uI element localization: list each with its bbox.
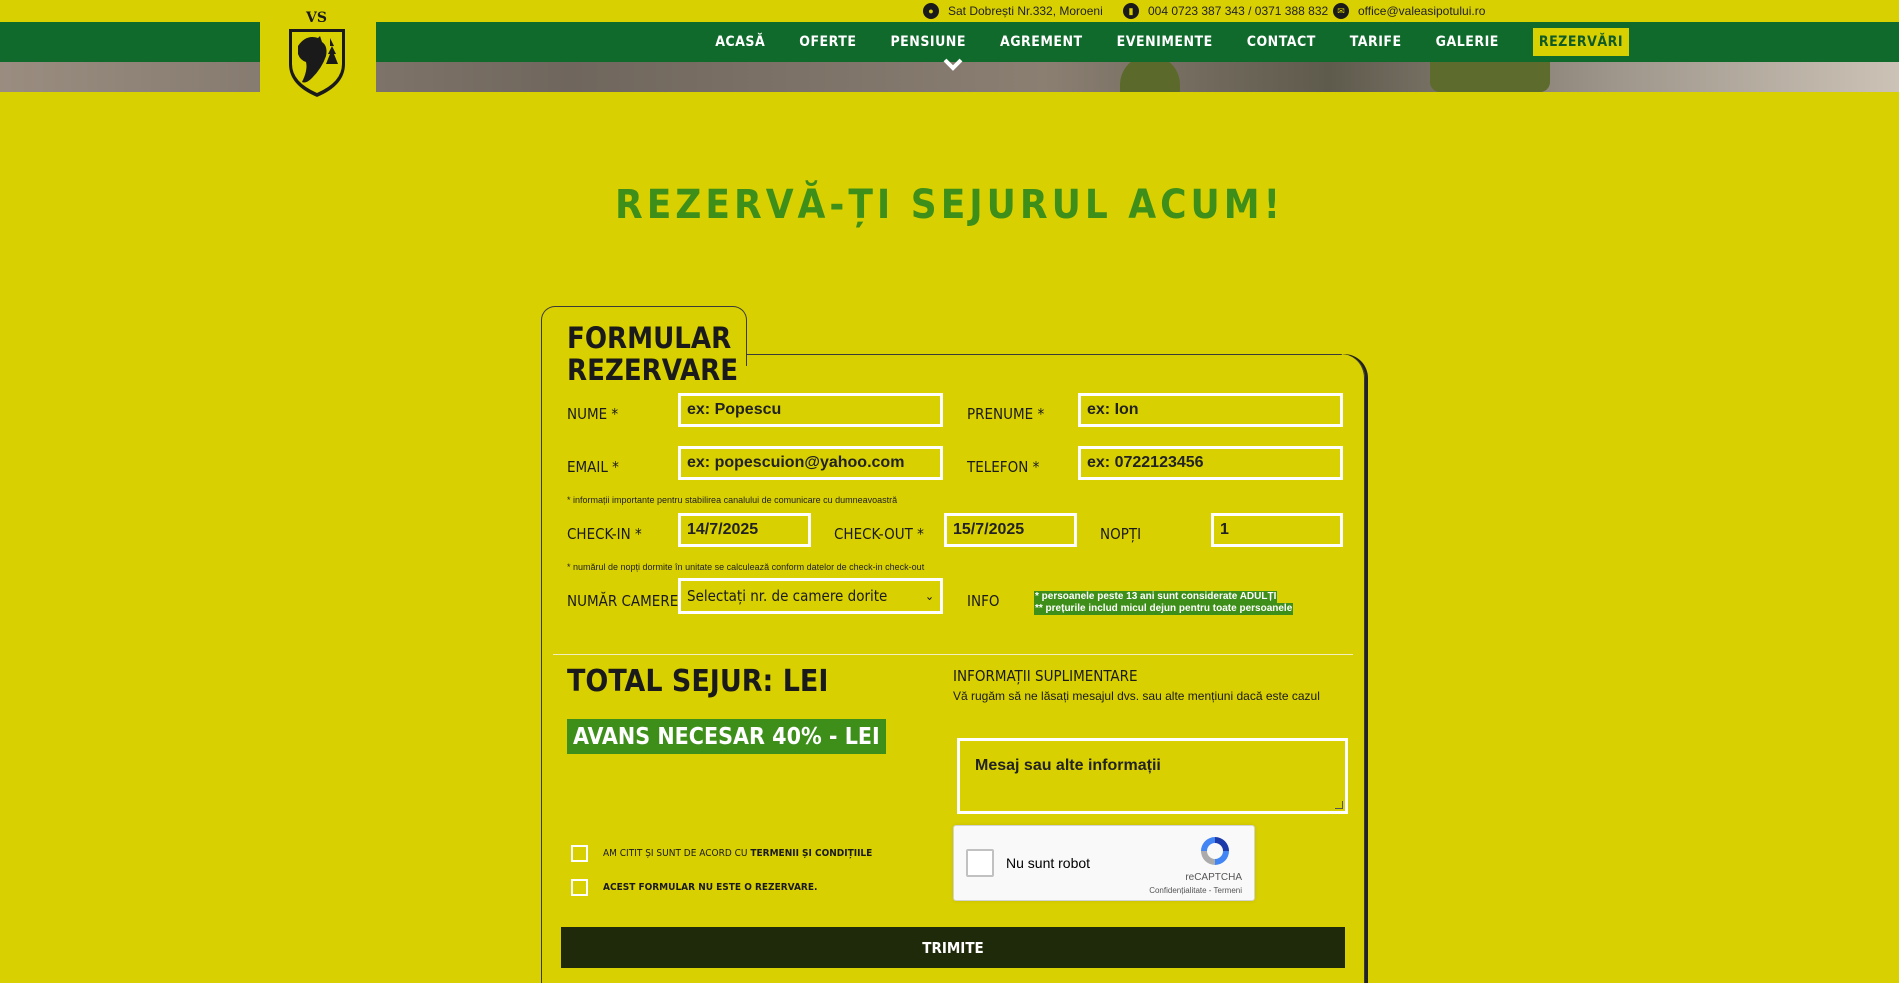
recaptcha-label: Nu sunt robot [1006,855,1091,871]
message-textarea[interactable]: Mesaj sau alte informații [957,738,1348,814]
address-text: Sat Dobrești Nr.332, Moroeni [948,4,1103,18]
form-top-border [746,354,1342,355]
phone-icon: ▮ [1123,3,1139,19]
nav-item-rezervari[interactable]: REZERVĂRI [1532,28,1629,56]
rooms-select-value: Selectați nr. de camere dorite [687,587,888,605]
info-notes: * persoanele peste 13 ani sunt considera… [1034,591,1294,615]
rooms-select[interactable]: Selectați nr. de camere dorite ⌄ [678,578,943,614]
form-title: FORMULAR REZERVARE [567,321,739,387]
telefon-label: TELEFON * [967,458,1040,476]
info-note-adults: * persoanele peste 13 ani sunt considera… [1034,591,1278,603]
nav-item-acasa[interactable]: ACASĂ [715,34,765,50]
recaptcha-brand: reCAPTCHA [1185,872,1242,883]
phone-info[interactable]: ▮ 004 0723 387 343 / 0371 388 832 [1123,0,1328,22]
recaptcha-logo-icon [1201,837,1229,865]
not-reservation-label: ACEST FORMULAR NU ESTE O REZERVARE. [603,882,818,893]
form-divider [553,654,1353,655]
location-pin-icon: ● [923,3,939,19]
total-sejur: TOTAL SEJUR: LEI [567,664,829,699]
prenume-label: PRENUME * [967,405,1045,423]
chevron-down-icon[interactable] [943,58,963,72]
recaptcha-links[interactable]: Confidențialitate - Termeni [1149,886,1242,895]
email-info[interactable]: ✉ office@valeasipotului.ro [1333,0,1485,22]
info-note-breakfast: ** prețurile includ micul dejun pentru t… [1034,603,1294,615]
email-input[interactable]: ex: popescuion@yahoo.com [678,446,943,480]
info-sup-title: INFORMAȚII SUPLIMENTARE [953,667,1138,685]
terms-link[interactable]: TERMENII ȘI CONDIȚIILE [750,848,872,859]
terms-checkbox[interactable] [571,845,588,862]
nav-item-tarife[interactable]: TARIFE [1350,34,1402,50]
not-reservation-checkbox[interactable] [571,879,588,896]
info-sup-subtitle: Vă rugăm să ne lăsați mesajul dvs. sau a… [953,689,1320,703]
terms-label: AM CITIT ȘI SUNT DE ACORD CU TERMENII ȘI… [603,848,872,859]
nopti-input[interactable]: 1 [1211,513,1343,547]
telefon-input[interactable]: ex: 0722123456 [1078,446,1343,480]
camere-label: NUMĂR CAMERE* [567,592,685,610]
checkin-input[interactable]: 14/7/2025 [678,513,811,547]
horse-crest-icon: VS [287,10,347,100]
nopti-label: NOPȚI [1100,525,1142,543]
terms-prefix: AM CITIT ȘI SUNT DE ACORD CU [603,848,751,859]
nav-item-pensiune[interactable]: PENSIUNE [890,34,966,50]
nav-item-oferte[interactable]: OFERTE [799,34,856,50]
site-logo[interactable]: VS [260,0,376,100]
checkout-label: CHECK-OUT * [834,525,924,543]
nav-item-contact[interactable]: CONTACT [1247,34,1316,50]
checkin-label: CHECK-IN * [567,525,642,543]
nav-item-evenimente[interactable]: EVENIMENTE [1117,34,1213,50]
info-label: INFO [967,592,1000,610]
main-nav: ACASĂ OFERTE PENSIUNE AGREMENT EVENIMENT… [681,22,1629,62]
checkout-input[interactable]: 15/7/2025 [944,513,1077,547]
nav-item-galerie[interactable]: GALERIE [1436,34,1499,50]
avans-badge: AVANS NECESAR 40% - LEI [567,719,886,754]
contact-note: * informații importante pentru stabilire… [567,495,898,505]
address-info: ● Sat Dobrești Nr.332, Moroeni [923,0,1103,22]
nume-label: NUME * [567,405,619,423]
resize-handle-icon[interactable] [1335,801,1343,809]
email-text[interactable]: office@valeasipotului.ro [1358,4,1485,18]
phone-text[interactable]: 004 0723 387 343 / 0371 388 832 [1148,4,1328,18]
email-icon: ✉ [1333,3,1349,19]
svg-text:VS: VS [305,10,327,26]
page-title: REZERVĂ-ȚI SEJURUL ACUM! [615,182,1284,228]
message-placeholder: Mesaj sau alte informații [975,757,1161,774]
nights-note: * numărul de nopți dormite în unitate se… [567,562,925,572]
recaptcha-widget: Nu sunt robot reCAPTCHA Confidențialitat… [953,825,1255,901]
email-label: EMAIL * [567,458,619,476]
prenume-input[interactable]: ex: Ion [1078,393,1343,427]
chevron-down-icon: ⌄ [924,589,934,603]
recaptcha-checkbox[interactable] [966,849,994,877]
submit-button[interactable]: TRIMITE [561,927,1345,968]
nume-input[interactable]: ex: Popescu [678,393,943,427]
nav-item-agrement[interactable]: AGREMENT [1000,34,1083,50]
